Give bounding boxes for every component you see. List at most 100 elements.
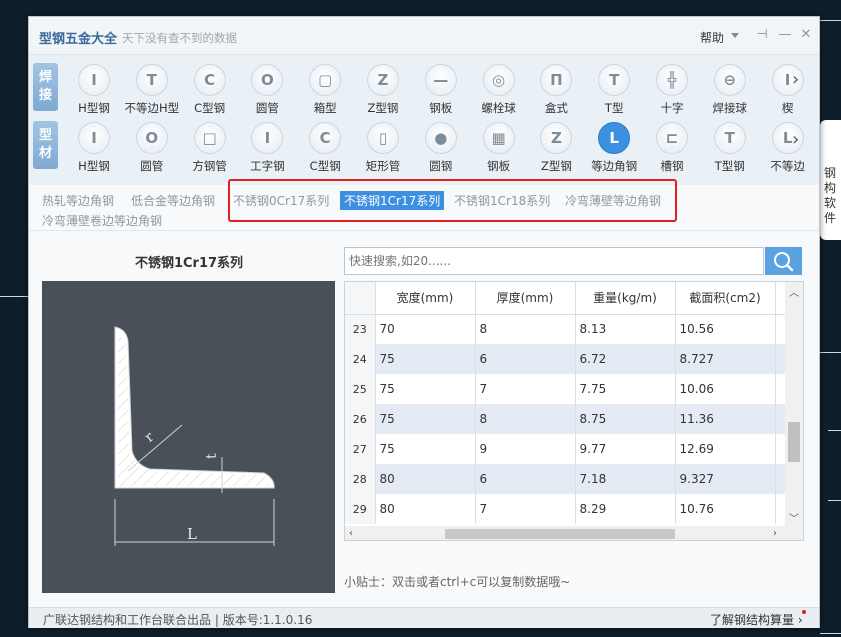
- profile-item[interactable]: I 工字钢: [236, 120, 298, 173]
- weld-item[interactable]: T T型: [583, 62, 645, 115]
- section-glyph: ▢: [318, 71, 333, 89]
- weld-item[interactable]: Z Z型钢: [352, 62, 414, 115]
- profile-item[interactable]: □ 方钢管: [179, 120, 241, 173]
- column-header[interactable]: 截面积(cm2): [675, 282, 776, 315]
- vertical-scroll-thumb[interactable]: [788, 422, 800, 462]
- side-badge[interactable]: 钢构软件: [820, 120, 841, 240]
- table-cell[interactable]: 8.29: [575, 494, 676, 524]
- table-cell[interactable]: 6: [475, 344, 576, 374]
- section-glyph: I: [91, 129, 97, 147]
- horizontal-scroll-thumb[interactable]: [445, 529, 675, 539]
- table-row[interactable]: 29 80 7 8.29 10.76: [345, 494, 786, 524]
- radius-leader: [127, 424, 183, 472]
- table-cell[interactable]: 75: [375, 344, 476, 374]
- scroll-up-icon[interactable]: ︿: [789, 284, 799, 299]
- profile-item[interactable]: ● 圆钢: [410, 120, 472, 173]
- weld-item[interactable]: ╬ 十字: [641, 62, 703, 115]
- table-cell[interactable]: 8: [475, 314, 576, 344]
- column-header[interactable]: 厚度(mm): [475, 282, 576, 315]
- table-cell[interactable]: 8: [475, 404, 576, 434]
- tab-cold-bent-lipped[interactable]: 冷弯薄壁卷边等边角钢: [42, 212, 162, 229]
- scroll-down-icon[interactable]: ﹀: [789, 510, 799, 525]
- chevron-down-icon[interactable]: [731, 33, 739, 38]
- profile-item[interactable]: C C型钢: [294, 120, 356, 173]
- table-row[interactable]: 25 75 7 7.75 10.06: [345, 374, 786, 404]
- weld-item[interactable]: ▢ 箱型: [294, 62, 356, 115]
- table-cell[interactable]: 12.69: [675, 434, 776, 464]
- table-cell[interactable]: 75: [375, 374, 476, 404]
- column-header[interactable]: 宽度(mm): [375, 282, 476, 315]
- row-filler: [775, 404, 786, 434]
- chevron-right-icon[interactable]: ›: [792, 69, 799, 90]
- scroll-right-icon[interactable]: ›: [773, 528, 777, 539]
- column-header[interactable]: 重量(kg/m): [575, 282, 676, 315]
- table-cell[interactable]: 8.13: [575, 314, 676, 344]
- horizontal-scrollbar[interactable]: ‹ ›: [345, 526, 803, 540]
- table-cell[interactable]: 10.06: [675, 374, 776, 404]
- table-row[interactable]: 28 80 6 7.18 9.327: [345, 464, 786, 494]
- table-cell[interactable]: 7.75: [575, 374, 676, 404]
- table-cell[interactable]: 80: [375, 464, 476, 494]
- weld-item[interactable]: ⊖ 焊接球: [699, 62, 761, 115]
- section-icon: O: [251, 64, 284, 96]
- pin-icon[interactable]: ⊣: [754, 27, 770, 43]
- table-cell[interactable]: 6.72: [575, 344, 676, 374]
- category-rows: 焊接 型材 I H型钢 T 不等边H型 C C型钢 O 圆管 ▢ 箱型 Z Z型钢 — 钢板 ◎ 螺栓球 Π 盒式…: [29, 55, 819, 185]
- table-cell[interactable]: 70: [375, 314, 476, 344]
- weld-item[interactable]: C C型钢: [179, 62, 241, 115]
- section-icon: Z: [367, 64, 399, 96]
- profile-item-label: 圆管: [140, 159, 164, 173]
- table-cell[interactable]: 8.75: [575, 404, 676, 434]
- table-cell[interactable]: 9.327: [675, 464, 776, 494]
- profile-item[interactable]: T T型钢: [699, 120, 761, 173]
- table-cell[interactable]: 10.76: [675, 494, 776, 524]
- table-cell[interactable]: 9: [475, 434, 576, 464]
- tab-low-alloy[interactable]: 低合金等边角钢: [131, 192, 215, 209]
- weld-item[interactable]: Π 盒式: [525, 62, 587, 115]
- weld-item-label: Z型钢: [367, 101, 399, 115]
- table-cell[interactable]: 75: [375, 404, 476, 434]
- profile-item[interactable]: L 不等边: [757, 120, 819, 173]
- minimize-icon[interactable]: —: [777, 27, 793, 43]
- search-input[interactable]: [349, 254, 749, 268]
- section-icon: T: [598, 64, 631, 96]
- table-cell[interactable]: 80: [375, 494, 476, 524]
- search-button[interactable]: [765, 247, 802, 275]
- table-cell[interactable]: 7: [475, 374, 576, 404]
- table-cell[interactable]: 10.56: [675, 314, 776, 344]
- table-cell[interactable]: 75: [375, 434, 476, 464]
- data-table: 宽度(mm) 厚度(mm) 重量(kg/m) 截面积(cm2) 23 70 8 8.1…: [344, 281, 804, 541]
- table-cell[interactable]: 9.77: [575, 434, 676, 464]
- weld-item[interactable]: T 不等边H型: [121, 62, 183, 115]
- weld-item[interactable]: I H型钢: [63, 62, 125, 115]
- table-cell[interactable]: 7: [475, 494, 576, 524]
- chevron-right-icon[interactable]: ›: [792, 129, 799, 150]
- profile-item[interactable]: L 等边角钢: [583, 120, 645, 173]
- weld-item[interactable]: ◎ 螺栓球: [468, 62, 530, 115]
- weld-item[interactable]: I楔: [757, 62, 819, 115]
- profile-item[interactable]: O 圆管: [121, 120, 183, 173]
- table-cell[interactable]: 6: [475, 464, 576, 494]
- weld-item[interactable]: — 钢板: [410, 62, 472, 115]
- profile-item-label: 工字钢: [250, 159, 285, 173]
- profile-item[interactable]: ⊏ 槽钢: [641, 120, 703, 173]
- table-cell[interactable]: 11.36: [675, 404, 776, 434]
- table-cell[interactable]: 7.18: [575, 464, 676, 494]
- section-glyph: O: [261, 71, 274, 89]
- table-row[interactable]: 27 75 9 9.77 12.69: [345, 434, 786, 464]
- profile-item[interactable]: ▯ 矩形管: [352, 120, 414, 173]
- help-menu[interactable]: 帮助: [700, 29, 724, 46]
- profile-item[interactable]: Z Z型钢: [525, 120, 587, 173]
- table-row[interactable]: 24 75 6 6.72 8.727: [345, 344, 786, 374]
- tab-hot-rolled[interactable]: 热轧等边角钢: [42, 192, 114, 209]
- profile-item[interactable]: I H型钢: [63, 120, 125, 173]
- profile-item[interactable]: ▦ 钢板: [468, 120, 530, 173]
- weld-item[interactable]: O 圆管: [236, 62, 298, 115]
- scroll-left-icon[interactable]: ‹: [349, 528, 353, 539]
- table-row[interactable]: 23 70 8 8.13 10.56: [345, 314, 786, 344]
- vertical-scrollbar[interactable]: ︿ ﹀: [785, 282, 803, 526]
- table-cell[interactable]: 8.727: [675, 344, 776, 374]
- close-icon[interactable]: ✕: [798, 27, 814, 43]
- table-row[interactable]: 26 75 8 8.75 11.36: [345, 404, 786, 434]
- learn-more-link[interactable]: 了解钢结构算量 ›: [710, 611, 803, 628]
